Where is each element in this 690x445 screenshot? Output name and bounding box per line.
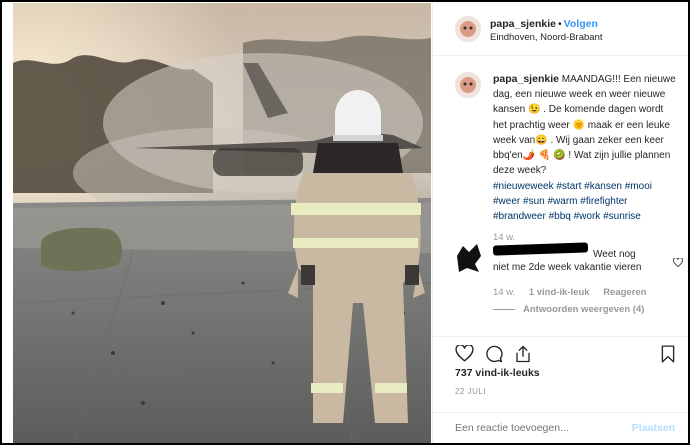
avatar-image — [455, 16, 481, 42]
add-comment-bar: Plaatsen — [433, 412, 688, 443]
redacted-avatar — [457, 244, 481, 272]
follow-button[interactable]: Volgen — [564, 18, 598, 30]
comment-likes[interactable]: 1 vind-ik-leuk — [529, 287, 590, 298]
username-link[interactable]: papa_sjenkie — [490, 18, 556, 30]
bookmark-icon[interactable] — [661, 345, 675, 368]
commenter-avatar[interactable] — [455, 242, 483, 274]
reply-button[interactable]: Reageren — [603, 287, 646, 298]
view-replies-button[interactable]: Antwoorden weergeven (4) — [493, 304, 644, 315]
comment-like-icon[interactable] — [673, 254, 683, 272]
comments-section: papa_sjenkie MAANDAG!!! Een nieuwe dag, … — [433, 56, 688, 336]
location-link[interactable]: Eindhoven, Noord-Brabant — [490, 32, 603, 43]
likes-count[interactable]: 737 vind-ik-leuks — [455, 367, 540, 379]
header-line: papa_sjenkie • Volgen — [490, 18, 598, 30]
action-bar: 737 vind-ik-leuks 22 JULI — [433, 336, 688, 413]
caption: papa_sjenkie MAANDAG!!! Een nieuwe dag, … — [493, 72, 678, 178]
view-replies-label: Antwoorden weergeven (4) — [523, 304, 645, 315]
share-icon[interactable] — [514, 345, 532, 368]
post-comment-button[interactable]: Plaatsen — [632, 422, 675, 434]
caption-avatar[interactable] — [455, 72, 481, 98]
replies-divider — [493, 308, 515, 310]
caption-username[interactable]: papa_sjenkie — [493, 73, 559, 85]
redacted-username — [492, 242, 589, 256]
comment-input[interactable] — [455, 422, 615, 434]
post-side-panel: papa_sjenkie • Volgen Eindhoven, Noord-Bra… — [432, 2, 688, 443]
avatar-image — [455, 72, 481, 98]
caption-text: MAANDAG!!! Een nieuwe dag, een nieuwe we… — [493, 74, 676, 177]
hashtags[interactable]: #nieuweweek #start #kansen #mooi #weer #… — [493, 179, 678, 225]
post-header: papa_sjenkie • Volgen Eindhoven, Noord-Bra… — [433, 2, 688, 56]
comment-icon[interactable] — [485, 345, 503, 368]
comment-age: 14 w. — [493, 287, 516, 298]
post-date: 22 JULI — [455, 387, 487, 396]
separator-dot: • — [557, 18, 562, 30]
comment-text-2: niet me 2de week vakantie vieren — [493, 262, 642, 273]
comment-text-1: Weet nog — [593, 249, 636, 260]
avatar[interactable] — [455, 16, 481, 42]
heart-icon[interactable] — [455, 344, 474, 367]
comment-meta: 14 w. 1 vind-ik-leuk Reageren — [493, 287, 658, 298]
post-photo[interactable] — [13, 3, 431, 443]
caption-age: 14 w. — [493, 232, 516, 243]
firefighter-photo — [13, 3, 431, 443]
instagram-post: papa_sjenkie • Volgen Eindhoven, Noord-Bra… — [2, 2, 688, 443]
